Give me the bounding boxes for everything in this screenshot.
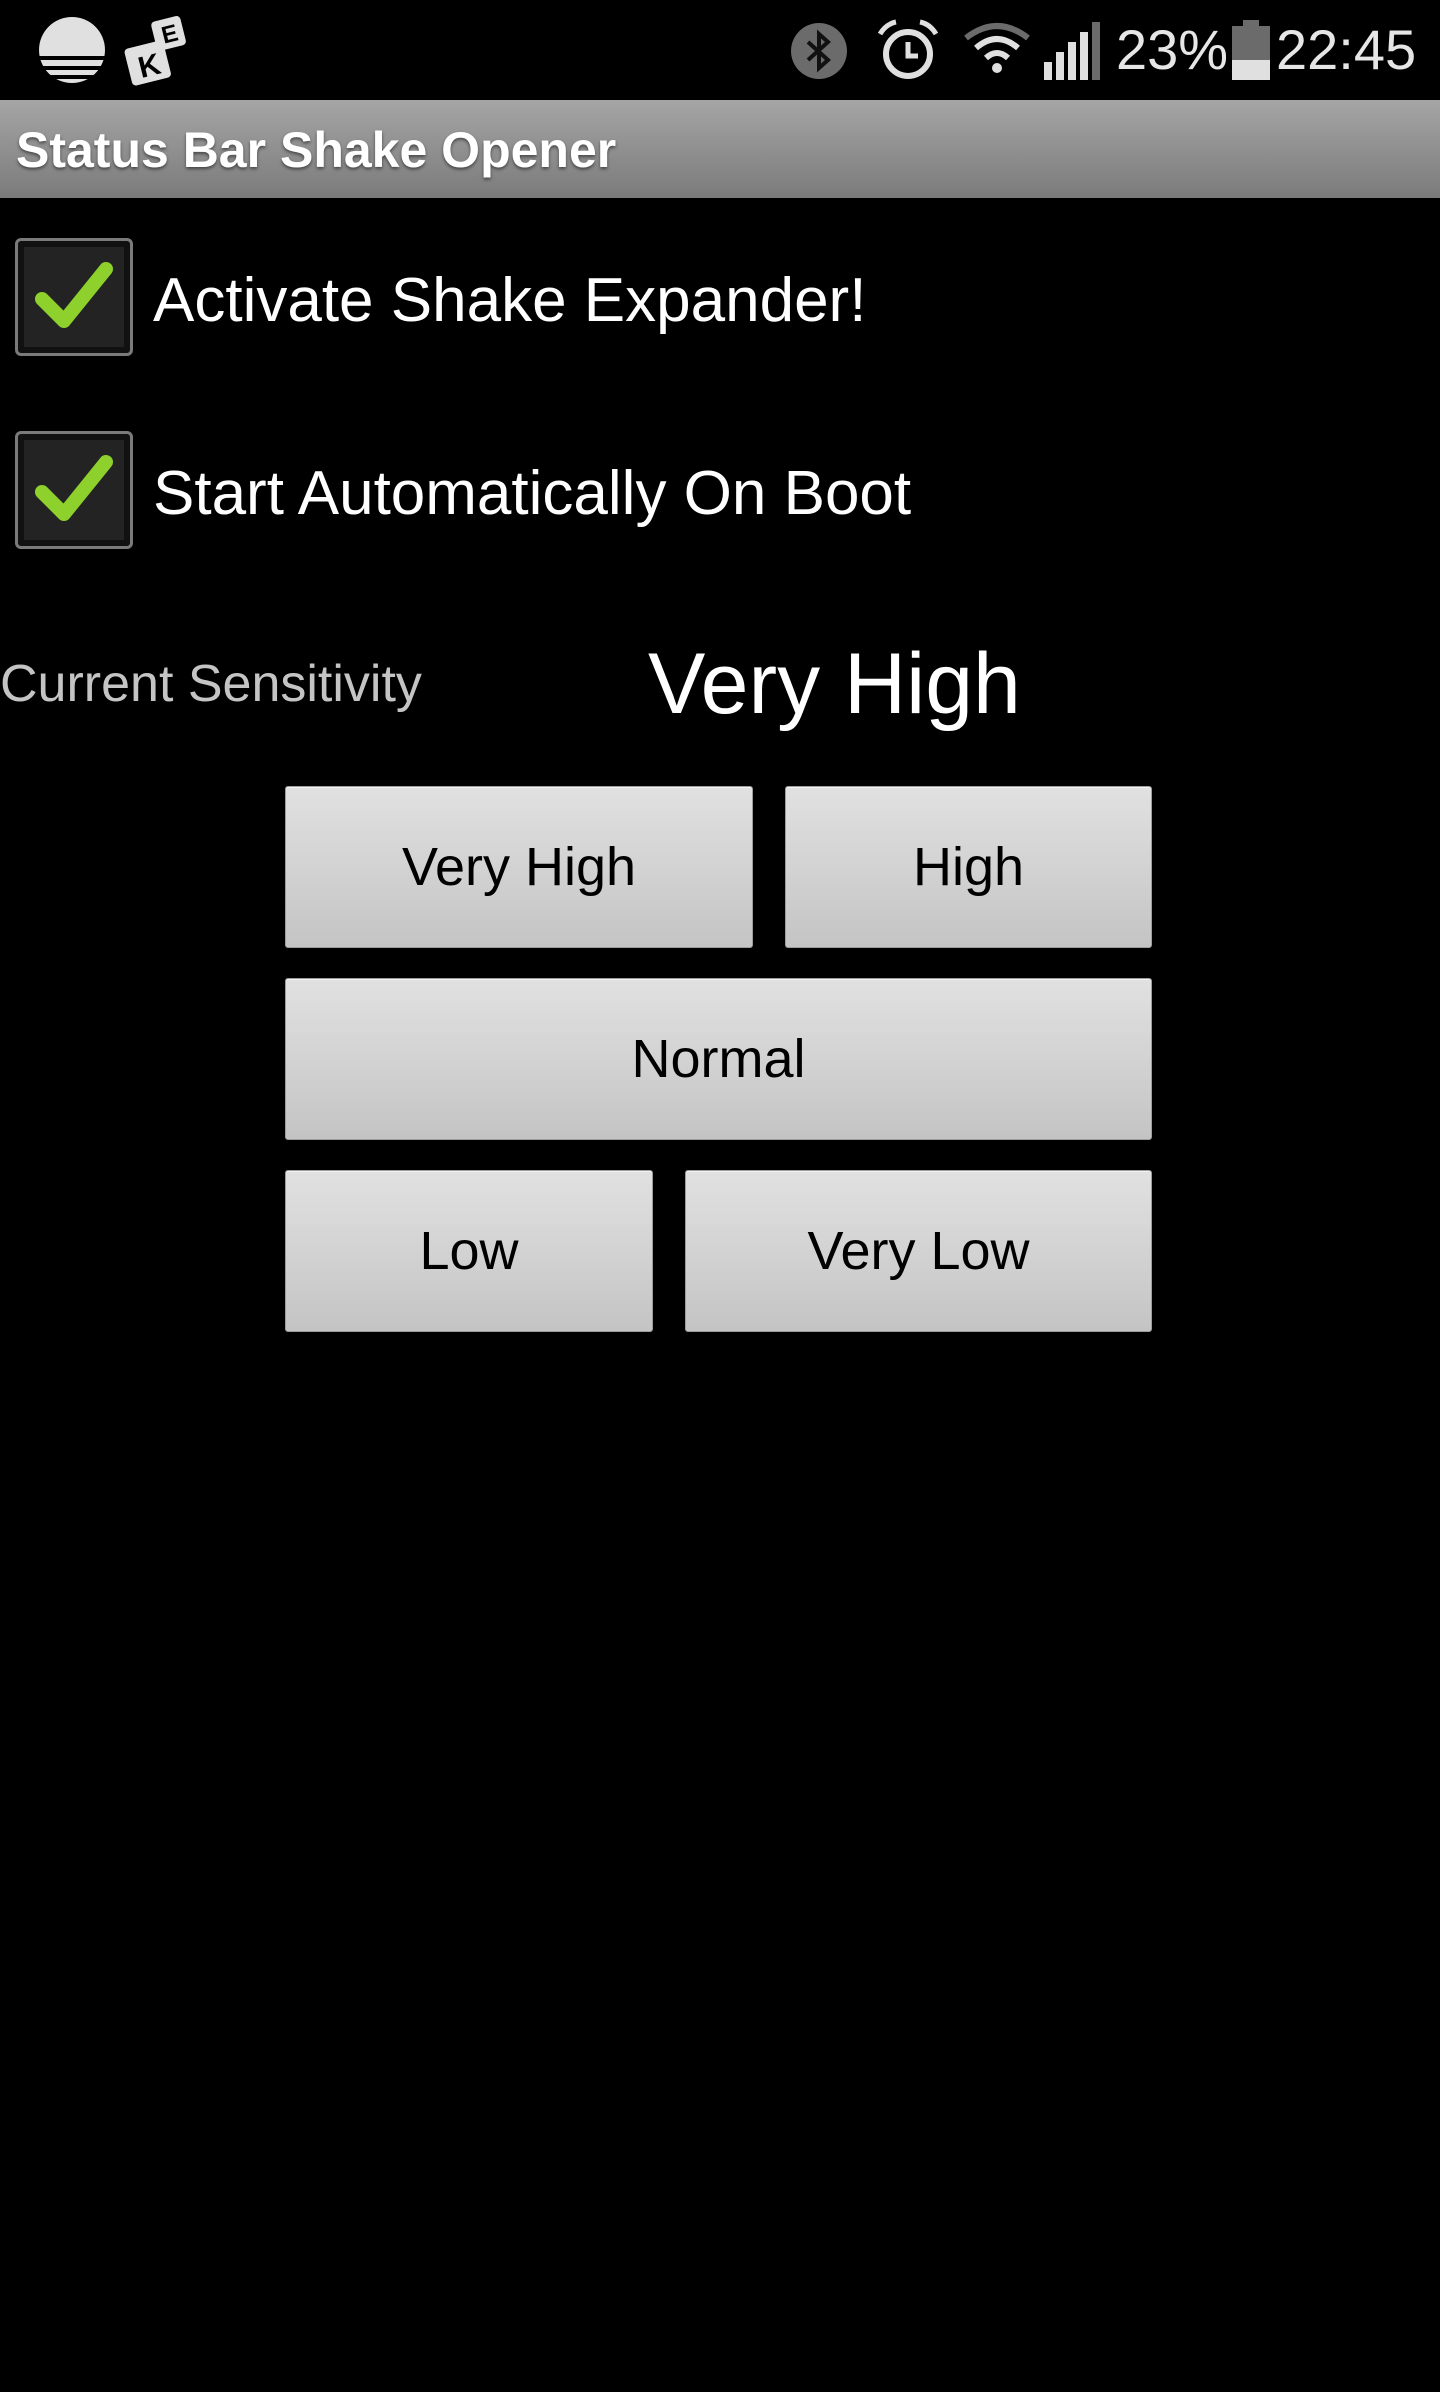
checkmark-icon [35, 262, 113, 328]
low-button[interactable]: Low [285, 1170, 653, 1332]
normal-button[interactable]: Normal [285, 978, 1152, 1140]
activate-shake-setting[interactable]: Activate Shake Expander! [0, 238, 1440, 362]
start-on-boot-setting[interactable]: Start Automatically On Boot [0, 431, 1440, 555]
sunset-icon [39, 17, 105, 83]
current-sensitivity-label: Current Sensitivity [0, 655, 422, 713]
activate-shake-checkbox[interactable] [15, 238, 133, 356]
battery-icon [1232, 20, 1270, 80]
bluetooth-icon [791, 23, 847, 79]
wifi-icon [964, 23, 1030, 73]
status-bar: E K 23% 22:45 [0, 0, 1440, 100]
start-on-boot-checkbox[interactable] [15, 431, 133, 549]
start-on-boot-label[interactable]: Start Automatically On Boot [153, 461, 911, 527]
signal-icon [1044, 22, 1100, 80]
app-title: Status Bar Shake Opener [16, 122, 617, 178]
keyboard-ke-icon: E K [124, 16, 186, 86]
very-high-button[interactable]: Very High [285, 786, 753, 948]
very-low-button[interactable]: Very Low [685, 1170, 1152, 1332]
activate-shake-label[interactable]: Activate Shake Expander! [153, 268, 866, 334]
alarm-icon [877, 19, 939, 79]
clock: 22:45 [1276, 18, 1417, 81]
current-sensitivity-value: Very High [648, 636, 1021, 732]
high-button[interactable]: High [785, 786, 1152, 948]
checkmark-icon [35, 455, 113, 521]
action-bar: Status Bar Shake Opener [0, 100, 1440, 198]
battery-percent: 23% [1116, 18, 1229, 81]
